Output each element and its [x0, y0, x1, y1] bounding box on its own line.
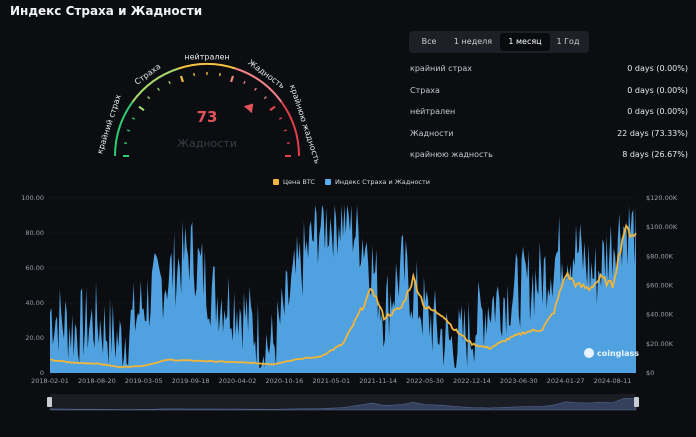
- y-right-tick-label: $40.00K: [646, 311, 674, 319]
- tab-1-month[interactable]: 1 месяц: [500, 33, 550, 51]
- y-left-tick-label: 40.00: [25, 299, 44, 307]
- y-right-tick-label: $120.00K: [646, 194, 678, 202]
- tab-1-year[interactable]: 1 Год: [550, 33, 586, 51]
- gauge-tick: [168, 80, 171, 85]
- y-right-tick-label: $60.00K: [646, 282, 674, 290]
- y-right-tick-label: $100.00K: [646, 223, 678, 231]
- gauge-pointer: [243, 103, 254, 114]
- y-left-tick-label: 20.00: [25, 334, 44, 342]
- range-handle-left: [47, 397, 52, 407]
- tab-1-week[interactable]: 1 неделя: [446, 33, 500, 51]
- x-tick-label: 2024-08-11: [594, 377, 632, 385]
- y-right-tick-label: $20.00K: [646, 340, 674, 348]
- x-tick-label: 2020-04-02: [219, 377, 257, 385]
- fear-greed-area: [50, 205, 636, 373]
- gauge-tick: [180, 75, 184, 83]
- x-tick-label: 2018-08-20: [78, 377, 116, 385]
- gauge-tick: [254, 87, 257, 91]
- gauge-segment-label: нейтрален: [184, 53, 229, 62]
- gauge-segment-label: Страха: [133, 62, 163, 87]
- stat-label: нейтрален: [410, 107, 456, 116]
- x-tick-label: 2019-09-18: [172, 377, 210, 385]
- x-tick-label: 2023-06-30: [500, 377, 538, 385]
- stat-value: 8 days (26.67%): [622, 150, 688, 159]
- stat-value: 0 days (0.00%): [627, 107, 688, 116]
- fear-greed-gauge: крайний страхСтраханейтраленЖадностькрай…: [95, 53, 322, 166]
- stat-row-greed: Жадности 22 days (73.33%): [410, 123, 688, 145]
- stat-row-extreme-greed: крайнюю жадность 8 days (26.67%): [410, 144, 688, 166]
- x-tick-label: 2021-05-01: [312, 377, 350, 385]
- gauge-tick: [138, 105, 145, 111]
- x-tick-label: 2020-10-16: [266, 377, 304, 385]
- x-tick-label: 2022-12-14: [453, 377, 491, 385]
- y-left-tick-label: 0: [40, 369, 44, 377]
- stat-row-neutral: нейтрален 0 days (0.00%): [410, 101, 688, 123]
- gauge-value-label: Жадности: [177, 137, 237, 150]
- gauge-tick: [230, 75, 234, 83]
- y-left-tick-label: 100.00: [21, 194, 44, 202]
- stat-label: Жадности: [410, 128, 454, 138]
- sentiment-stats: крайний страх 0 days (0.00%) Страха 0 da…: [410, 58, 688, 166]
- y-left-tick-label: 80.00: [25, 229, 44, 237]
- stat-label: Страха: [410, 85, 440, 95]
- stat-value: 22 days (73.33%): [617, 128, 688, 138]
- gauge-segment-label: крайний страх: [95, 93, 123, 155]
- stat-value: 0 days (0.00%): [627, 64, 688, 73]
- x-tick-label: 2022-05-30: [406, 377, 444, 385]
- y-right-tick-label: $80.00K: [646, 252, 674, 260]
- stat-value: 0 days (0.00%): [627, 85, 688, 95]
- gauge-tick: [278, 117, 283, 120]
- coinglass-watermark: coinglass: [584, 348, 639, 358]
- gauge-tick: [263, 96, 267, 100]
- gauge-tick: [126, 129, 131, 132]
- range-handle-right: [634, 397, 639, 407]
- gauge-tick: [283, 129, 288, 132]
- stat-label: крайний страх: [410, 64, 472, 73]
- coinglass-logo-icon: [584, 348, 594, 358]
- page-title: Индекс Страха и Жадности: [10, 4, 203, 18]
- x-tick-label: 2019-03-05: [125, 377, 163, 385]
- x-tick-label: 2021-11-14: [359, 377, 397, 385]
- stat-label: крайнюю жадность: [410, 150, 493, 159]
- y-left-tick-label: 60.00: [25, 264, 44, 272]
- gauge-arc-segment: [178, 63, 236, 70]
- period-tabs: Все 1 неделя 1 месяц 1 Год: [409, 31, 589, 53]
- gauge-tick: [157, 87, 160, 91]
- stat-row-fear: Страха 0 days (0.00%): [410, 80, 688, 102]
- watermark-text: coinglass: [597, 348, 640, 358]
- gauge-tick: [243, 80, 246, 85]
- gauge-tick: [147, 96, 151, 100]
- fear-greed-chart: 0 20.00 40.00 60.00 80.00 100.00 $0 $20.00K $40.…: [21, 194, 678, 411]
- stat-row-extreme-fear: крайний страх 0 days (0.00%): [410, 58, 688, 80]
- gauge-tick: [131, 117, 136, 120]
- gauge-value: 73: [196, 108, 218, 126]
- tab-all[interactable]: Все: [412, 33, 446, 51]
- x-tick-label: 2018-02-01: [31, 377, 69, 385]
- gauge-tick: [269, 105, 276, 111]
- x-tick-label: 2024-01-27: [547, 377, 585, 385]
- y-right-tick-label: $0: [646, 369, 654, 377]
